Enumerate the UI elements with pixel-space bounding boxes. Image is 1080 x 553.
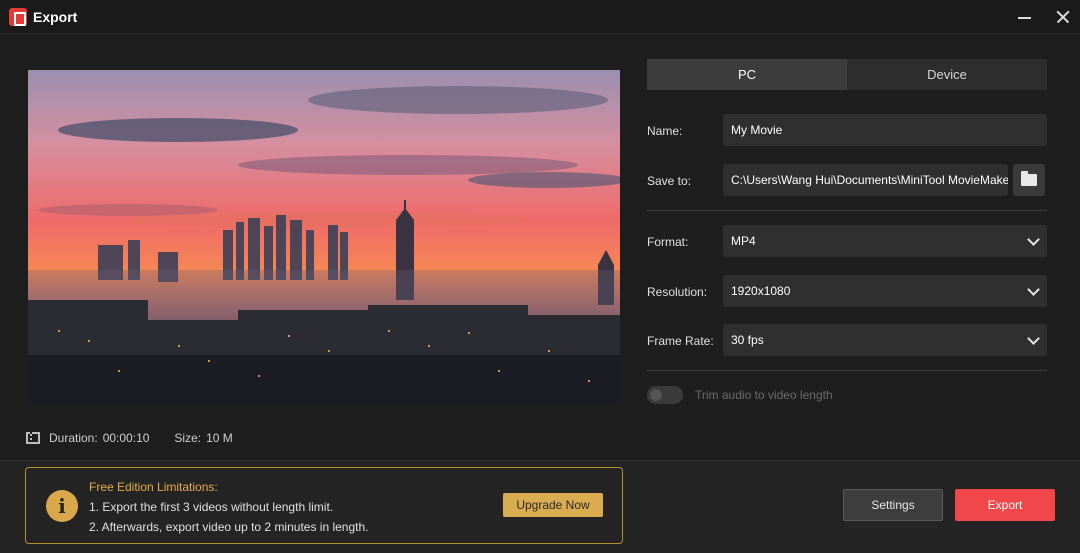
- resolution-select[interactable]: 1920x1080: [723, 275, 1047, 307]
- folder-icon: [1021, 171, 1037, 186]
- trim-audio-toggle[interactable]: [647, 386, 683, 404]
- duration-label: Duration:: [49, 431, 98, 445]
- close-icon[interactable]: [1050, 5, 1076, 29]
- info-icon: i: [46, 490, 78, 522]
- format-select[interactable]: MP4: [723, 225, 1047, 257]
- chevron-down-icon: [1027, 332, 1040, 345]
- limitation-item: 1. Export the first 3 videos without len…: [89, 500, 334, 514]
- limitation-item: 2. Afterwards, export video up to 2 minu…: [89, 520, 369, 534]
- window-title: Export: [33, 9, 78, 25]
- save-path-input[interactable]: C:\Users\Wang Hui\Documents\MiniTool Mov…: [723, 164, 1008, 196]
- browse-folder-button[interactable]: [1013, 164, 1045, 196]
- tab-device[interactable]: Device: [847, 59, 1047, 90]
- save-to-label: Save to:: [647, 174, 692, 188]
- export-button[interactable]: Export: [955, 489, 1055, 521]
- city-skyline-image: [28, 70, 620, 404]
- app-logo-icon: [9, 8, 27, 26]
- divider: [647, 370, 1047, 371]
- divider: [647, 210, 1047, 211]
- chevron-down-icon: [1027, 283, 1040, 296]
- name-input[interactable]: My Movie: [723, 114, 1047, 146]
- chevron-down-icon: [1027, 233, 1040, 246]
- upgrade-now-button[interactable]: Upgrade Now: [503, 493, 603, 517]
- trim-audio-label: Trim audio to video length: [695, 388, 833, 402]
- video-preview: [28, 70, 620, 404]
- resolution-value: 1920x1080: [731, 284, 791, 298]
- target-tabs: PC Device: [647, 59, 1047, 90]
- frame-rate-value: 30 fps: [731, 333, 764, 347]
- toggle-knob: [650, 389, 662, 401]
- title-bar: Export: [0, 0, 1080, 34]
- limitations-title: Free Edition Limitations:: [89, 480, 218, 494]
- format-label: Format:: [647, 235, 689, 249]
- size-value: 10 M: [206, 431, 233, 445]
- resolution-label: Resolution:: [647, 285, 708, 299]
- limitations-panel: i Free Edition Limitations: 1. Export th…: [25, 467, 623, 544]
- video-info: Duration: 00:00:10 Size: 10 M: [26, 430, 258, 446]
- size-label: Size:: [174, 431, 202, 445]
- frame-rate-label: Frame Rate:: [647, 334, 714, 348]
- name-label: Name:: [647, 124, 683, 138]
- film-icon: [26, 432, 40, 444]
- format-value: MP4: [731, 234, 756, 248]
- duration-value: 00:00:10: [102, 431, 150, 445]
- settings-button[interactable]: Settings: [843, 489, 943, 521]
- tab-pc[interactable]: PC: [647, 59, 847, 90]
- frame-rate-select[interactable]: 30 fps: [723, 324, 1047, 356]
- minimize-icon[interactable]: [1012, 5, 1038, 29]
